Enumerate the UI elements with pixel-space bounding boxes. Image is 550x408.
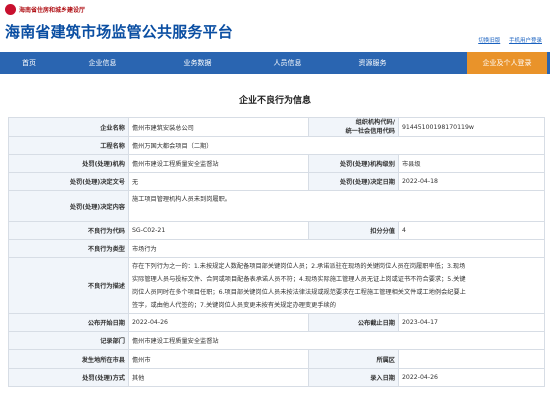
handler-value: 儋州市建设工程质量安全监督站 — [128, 154, 309, 173]
org-code-label-line2: 统一社会信用代码 — [345, 128, 396, 135]
login-button[interactable]: 企业及个人登录 — [467, 52, 547, 74]
top-bar: 海南省住房和城乡建设厅 — [0, 0, 550, 18]
nav-company-info[interactable]: 企业信息 — [65, 52, 140, 74]
handler-level-label: 处罚(处理)机构级别 — [308, 154, 399, 173]
other-label: 处罚(处理)方式 — [8, 368, 129, 387]
entry-date-value: 2022-04-26 — [398, 368, 545, 387]
ministry-name: 海南省住房和城乡建设厅 — [19, 6, 86, 14]
handler-level-value: 市县级 — [398, 154, 545, 173]
bad-behavior-table: 企业名称 儋州市建筑安装总公司 组织机构代码/ 统一社会信用代码 9144510… — [8, 117, 545, 387]
table-row: 处罚(处理)决定内容 施工项目管理机构人员未到岗履职。 — [8, 190, 545, 222]
score-value: 4 — [398, 221, 545, 240]
company-label: 企业名称 — [8, 117, 129, 137]
site-header: 海南省建筑市场监管公共服务平台 切换旧版 手机用户登录 — [0, 18, 550, 50]
ministry-emblem-icon — [5, 3, 16, 15]
publish-end-label: 公布截止日期 — [308, 313, 399, 332]
code-label: 不良行为代码 — [8, 221, 129, 240]
table-row: 发生地所在市县 儋州市 所属区 — [8, 349, 545, 369]
place-label: 发生地所在市县 — [8, 349, 129, 369]
table-row: 工程名称 儋州万国大都会项目（二期） — [8, 136, 545, 155]
decision-no-value: 无 — [128, 172, 309, 191]
table-row: 记录部门 儋州市建设工程质量安全监督站 — [8, 331, 545, 350]
desc-line: 岗位人员同时在多个项目任职；6.项目部关键岗位人员未按法律法规或规范要求在工程施… — [132, 288, 466, 296]
publish-start-label: 公布开始日期 — [8, 313, 129, 332]
desc-label: 不良行为描述 — [8, 257, 129, 314]
recorder-label: 记录部门 — [8, 331, 129, 350]
org-code-label: 组织机构代码/ 统一社会信用代码 — [308, 117, 399, 137]
publish-end-value: 2023-04-17 — [398, 313, 545, 332]
decision-content-value: 施工项目管理机构人员未到岗履职。 — [128, 190, 545, 222]
mobile-login-link[interactable]: 手机用户登录 — [509, 38, 542, 44]
site-title: 海南省建筑市场监管公共服务平台 — [5, 23, 234, 41]
org-code-label-line1: 组织机构代码/ — [355, 119, 395, 126]
other-value: 其他 — [128, 368, 309, 387]
switch-old-version-link[interactable]: 切换旧版 — [478, 38, 500, 44]
desc-value: 存在下列行为之一的：1.未按规定人数配备项目部关键岗位人员；2.承诺派驻在现场的… — [128, 257, 545, 314]
table-row: 不良行为类型 市场行为 — [8, 239, 545, 258]
decision-date-value: 2022-04-18 — [398, 172, 545, 191]
handler-label: 处罚(处理)机构 — [8, 154, 129, 173]
nav-resource-services[interactable]: 资源服务 — [335, 52, 410, 74]
type-value: 市场行为 — [128, 239, 545, 258]
table-row: 不良行为代码 SG-C02-21 扣分分值 4 — [8, 221, 545, 240]
region-value — [398, 349, 545, 369]
desc-line: 签字，或由他人代签的；7.关键岗位人员变更未按有关规定办理变更手续的 — [132, 301, 336, 309]
region-label: 所属区 — [308, 349, 399, 369]
desc-line: 存在下列行为之一的：1.未按规定人数配备项目部关键岗位人员；2.承诺派驻在现场的… — [132, 262, 466, 270]
decision-date-label: 处罚(处理)决定日期 — [308, 172, 399, 191]
company-value: 儋州市建筑安装总公司 — [128, 117, 309, 137]
nav-business-data[interactable]: 业务数据 — [160, 52, 235, 74]
score-label: 扣分分值 — [308, 221, 399, 240]
nav-personnel-info[interactable]: 人员信息 — [250, 52, 325, 74]
decision-content-label: 处罚(处理)决定内容 — [8, 190, 129, 222]
page-title: 企业不良行为信息 — [238, 96, 311, 106]
table-row: 不良行为描述 存在下列行为之一的：1.未按规定人数配备项目部关键岗位人员；2.承… — [8, 257, 545, 314]
table-row: 处罚(处理)方式 其他 录入日期 2022-04-26 — [8, 368, 545, 387]
table-row: 公布开始日期 2022-04-26 公布截止日期 2023-04-17 — [8, 313, 545, 332]
code-value: SG-C02-21 — [128, 221, 309, 240]
nav-home[interactable]: 首页 — [0, 52, 58, 74]
desc-line: 实际管理人员与投标文件、合同或项目配备表承诺人员不符；4.现场实际施工管理人员无… — [132, 275, 466, 283]
recorder-value: 儋州市建设工程质量安全监督站 — [128, 331, 545, 350]
table-row: 企业名称 儋州市建筑安装总公司 组织机构代码/ 统一社会信用代码 9144510… — [8, 117, 545, 137]
org-code-value: 91445100198170119w — [398, 117, 545, 137]
table-row: 处罚(处理)决定文号 无 处罚(处理)决定日期 2022-04-18 — [8, 172, 545, 191]
type-label: 不良行为类型 — [8, 239, 129, 258]
table-row: 处罚(处理)机构 儋州市建设工程质量安全监督站 处罚(处理)机构级别 市县级 — [8, 154, 545, 173]
entry-date-label: 录入日期 — [308, 368, 399, 387]
decision-no-label: 处罚(处理)决定文号 — [8, 172, 129, 191]
project-label: 工程名称 — [8, 136, 129, 155]
project-value: 儋州万国大都会项目（二期） — [128, 136, 545, 155]
publish-start-value: 2022-04-26 — [128, 313, 309, 332]
header-links: 切换旧版 手机用户登录 — [471, 36, 542, 44]
place-value: 儋州市 — [128, 349, 309, 369]
